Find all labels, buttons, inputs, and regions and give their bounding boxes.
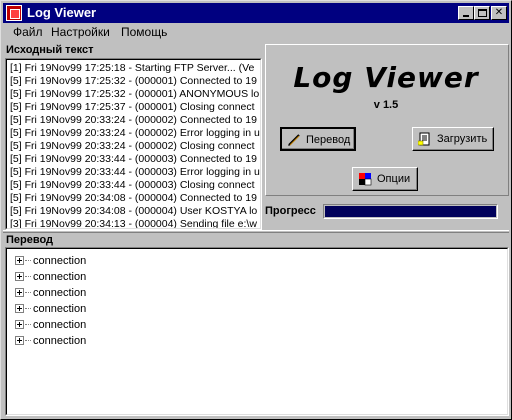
log-line[interactable]: [5] Fri 19Nov99 20:33:24 - (000002) Clos… bbox=[9, 140, 260, 153]
tree-item-label: connection bbox=[33, 255, 87, 267]
log-line[interactable]: [5] Fri 19Nov99 20:34:08 - (000004) Conn… bbox=[9, 192, 260, 205]
tree-connector bbox=[25, 308, 31, 309]
expand-plus-icon[interactable] bbox=[15, 272, 24, 281]
translation-tree[interactable]: connection connection connection connection… bbox=[5, 247, 509, 416]
log-line[interactable]: [5] Fri 19Nov99 20:33:24 - (000002) Conn… bbox=[9, 114, 260, 127]
translate-button[interactable]: Перевод bbox=[280, 127, 356, 151]
tree-connector bbox=[25, 324, 31, 325]
title-bar[interactable]: Log Viewer ✕ bbox=[3, 3, 509, 23]
options-button[interactable]: Опции bbox=[352, 167, 418, 191]
source-panel-label: Исходный текст bbox=[6, 44, 94, 56]
tree-item-label: connection bbox=[33, 271, 87, 283]
translate-button-label: Перевод bbox=[306, 134, 351, 146]
log-line[interactable]: [3] Fri 19Nov99 20:34:13 - (000004) Send… bbox=[9, 218, 260, 228]
log-line[interactable]: [5] Fri 19Nov99 20:34:08 - (000004) User… bbox=[9, 205, 260, 218]
log-line[interactable]: [5] Fri 19Nov99 17:25:32 - (000001) ANON… bbox=[9, 88, 260, 101]
app-info-panel: Log Viewer v 1.5 Перевод Загрузить Опции bbox=[265, 44, 509, 196]
window-title: Log Viewer bbox=[27, 5, 97, 20]
panel-splitter[interactable] bbox=[3, 230, 509, 233]
log-line[interactable]: [5] Fri 19Nov99 17:25:37 - (000001) Clos… bbox=[9, 101, 260, 114]
options-button-label: Опции bbox=[377, 173, 411, 185]
tree-item-label: connection bbox=[33, 287, 87, 299]
maximize-button[interactable] bbox=[474, 6, 490, 20]
progress-label: Прогресс bbox=[265, 205, 316, 217]
minimize-button[interactable] bbox=[458, 6, 474, 20]
log-line[interactable]: [5] Fri 19Nov99 20:33:44 - (000003) Conn… bbox=[9, 153, 260, 166]
log-line[interactable]: [1] Fri 19Nov99 17:25:18 - Starting FTP … bbox=[9, 62, 260, 75]
minimize-icon bbox=[463, 15, 469, 17]
load-button[interactable]: Загрузить bbox=[412, 127, 494, 151]
menu-bar: Файл Настройки Помощь bbox=[3, 23, 509, 41]
expand-plus-icon[interactable] bbox=[15, 304, 24, 313]
pencil-icon bbox=[288, 134, 300, 146]
translation-panel-label: Перевод bbox=[6, 234, 54, 246]
tree-item-label: connection bbox=[33, 303, 87, 315]
tree-connector bbox=[25, 260, 31, 261]
expand-plus-icon[interactable] bbox=[15, 288, 24, 297]
log-lines: [1] Fri 19Nov99 17:25:18 - Starting FTP … bbox=[9, 62, 260, 228]
tree-item-label: connection bbox=[33, 319, 87, 331]
options-palette-icon bbox=[359, 173, 372, 186]
tree-connector bbox=[25, 276, 31, 277]
expand-plus-icon[interactable] bbox=[15, 320, 24, 329]
progress-fill bbox=[325, 206, 496, 217]
log-viewer-app-icon[interactable] bbox=[6, 5, 22, 21]
menu-help[interactable]: Помощь bbox=[117, 25, 171, 40]
tree-connector bbox=[25, 292, 31, 293]
log-line[interactable]: [5] Fri 19Nov99 20:33:44 - (000003) Erro… bbox=[9, 166, 260, 179]
expand-plus-icon[interactable] bbox=[15, 336, 24, 345]
log-line[interactable]: [5] Fri 19Nov99 20:33:24 - (000002) Erro… bbox=[9, 127, 260, 140]
tree-item-label: connection bbox=[33, 335, 87, 347]
close-button[interactable]: ✕ bbox=[491, 6, 507, 20]
maximize-icon bbox=[478, 9, 487, 17]
menu-settings[interactable]: Настройки bbox=[47, 25, 114, 40]
progress-bar bbox=[323, 204, 498, 219]
tree-connector bbox=[25, 340, 31, 341]
close-icon: ✕ bbox=[494, 7, 504, 18]
main-window: Log Viewer ✕ Файл Настройки Помощь Исход… bbox=[0, 0, 512, 420]
app-logo: Log Viewer bbox=[293, 61, 479, 94]
menu-file[interactable]: Файл bbox=[9, 25, 47, 40]
log-line[interactable]: [5] Fri 19Nov99 20:33:44 - (000003) Clos… bbox=[9, 179, 260, 192]
log-line[interactable]: [5] Fri 19Nov99 17:25:32 - (000001) Conn… bbox=[9, 75, 260, 88]
source-text-list[interactable]: [1] Fri 19Nov99 17:25:18 - Starting FTP … bbox=[5, 58, 262, 230]
expand-plus-icon[interactable] bbox=[15, 256, 24, 265]
document-load-icon bbox=[418, 132, 430, 146]
load-button-label: Загрузить bbox=[437, 133, 488, 145]
app-version: v 1.5 bbox=[373, 99, 399, 111]
